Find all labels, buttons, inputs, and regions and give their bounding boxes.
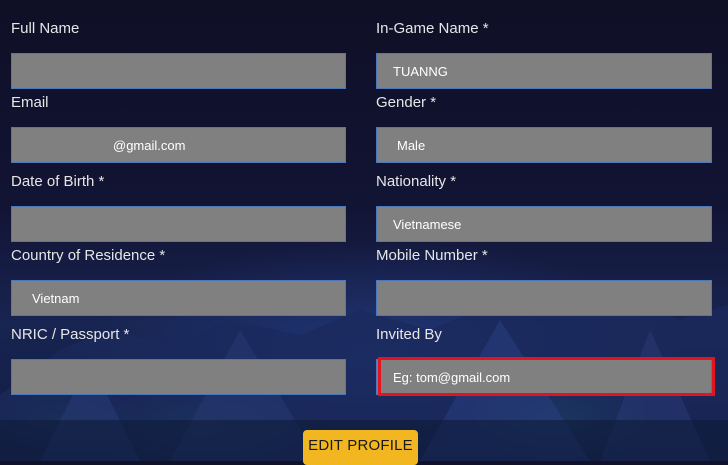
invited-by-field[interactable]: Eg: tom@gmail.com [376,359,712,395]
email-label: Email [11,94,49,111]
gender-label: Gender * [376,94,437,111]
ingame-name-label: In-Game Name * [376,20,489,37]
nric-field[interactable] [11,359,346,395]
mobile-field[interactable] [376,280,712,316]
full-name-field[interactable] [11,53,346,89]
country-select[interactable]: Vietnam [11,280,346,316]
gender-value: Male [397,137,426,153]
country-label: Country of Residence * [11,247,166,264]
email-field[interactable]: @gmail.com [11,127,346,163]
dob-field[interactable] [11,206,346,242]
invited-by-placeholder: Eg: tom@gmail.com [393,369,511,385]
gender-select[interactable]: Male [376,127,712,163]
mobile-label: Mobile Number * [376,247,488,264]
full-name-label: Full Name [11,20,80,37]
nationality-select[interactable]: Vietnamese [376,206,712,242]
ingame-name-field[interactable]: TUANNG [376,53,712,89]
dob-label: Date of Birth * [11,173,105,190]
edit-profile-button[interactable]: EDIT PROFILE [303,430,418,465]
nationality-label: Nationality * [376,173,457,190]
nationality-value: Vietnamese [393,216,462,232]
invited-by-label: Invited By [376,326,442,343]
country-value: Vietnam [32,290,80,306]
nric-label: NRIC / Passport * [11,326,130,343]
email-value: @gmail.com [113,137,186,153]
ingame-name-value: TUANNG [393,63,448,79]
